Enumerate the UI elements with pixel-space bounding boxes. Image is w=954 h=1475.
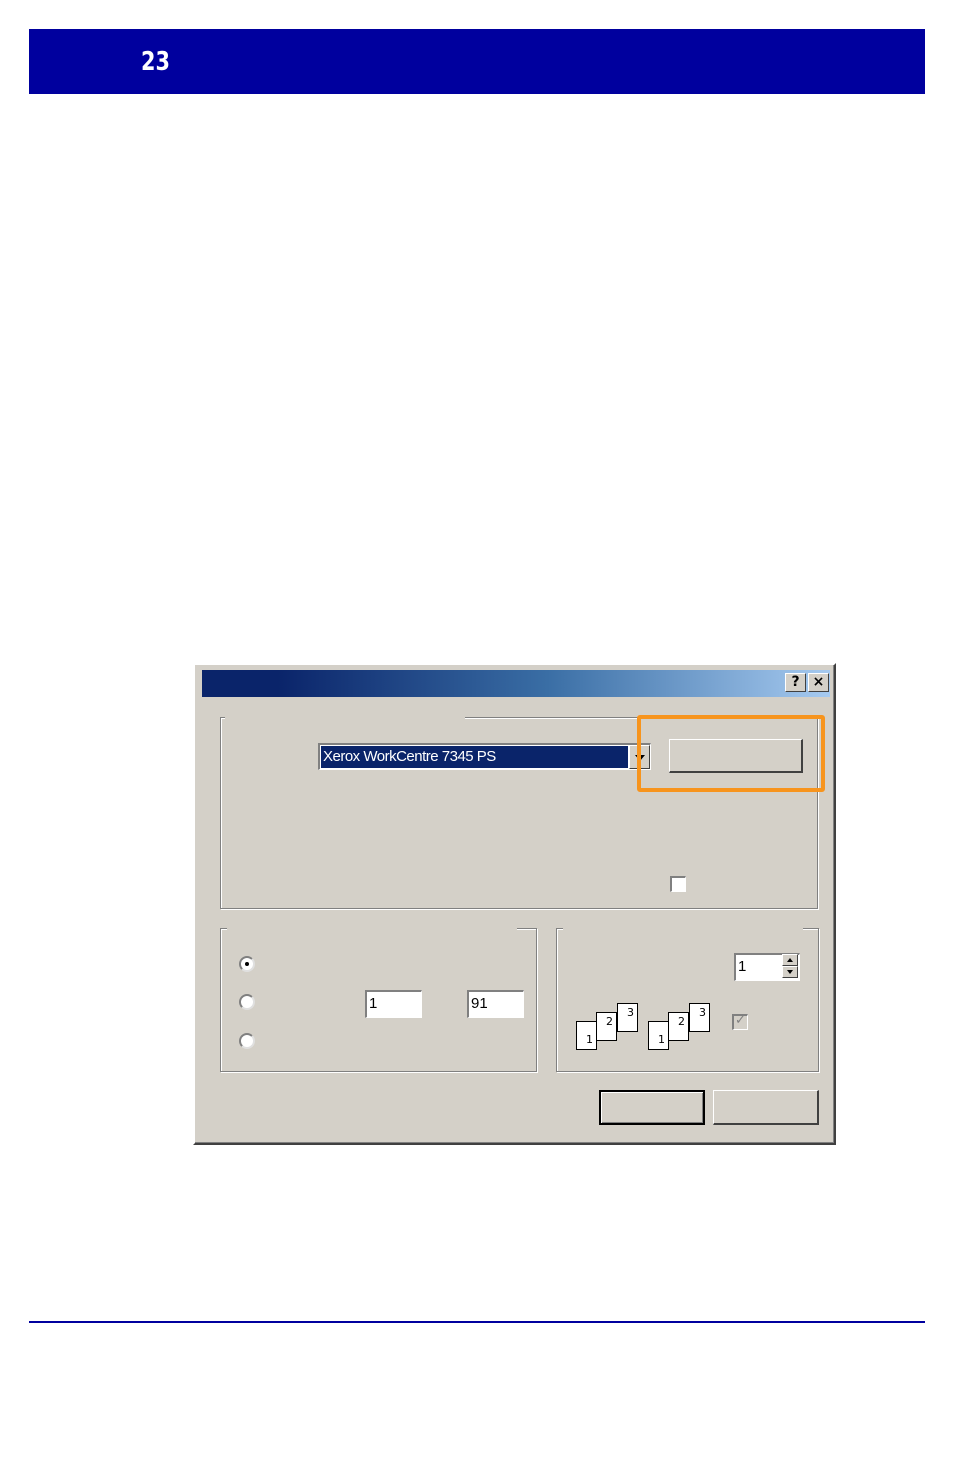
radio-selected-dot [245,962,249,966]
copies-count-value: 1 [738,958,747,975]
help-button[interactable]: ? [785,673,806,692]
collate-checkbox[interactable]: ✓ [732,1013,748,1030]
page-number-3: 3 [627,1006,634,1019]
properties-highlight-box [637,715,825,792]
cancel-button[interactable] [713,1090,819,1125]
page-number: 23 [141,47,170,77]
spin-down-icon[interactable] [782,966,798,978]
printer-group-label-area [225,715,465,719]
dialog-titlebar[interactable]: ? × [202,670,830,697]
collate-icon-2: 3 2 1 [648,1003,712,1055]
page-to-field[interactable]: 91 [467,990,524,1018]
check-icon: ✓ [735,1013,746,1028]
all-pages-radio[interactable] [239,956,255,972]
page-range-label-area [227,926,517,930]
page-number-1: 1 [586,1033,593,1046]
page-number-3: 3 [699,1006,706,1019]
collate-icon-1: 3 2 1 [576,1003,640,1055]
header-bar: 23 [29,29,925,94]
print-to-file-checkbox[interactable] [670,876,686,892]
printer-name-dropdown[interactable]: Xerox WorkCentre 7345 PS [318,743,651,770]
selection-radio[interactable] [239,1033,255,1049]
page-number-2: 2 [678,1015,685,1028]
copies-label-area [563,926,803,930]
footer-rule [29,1321,925,1323]
close-button[interactable]: × [808,673,829,692]
copies-spinner[interactable] [782,954,798,980]
spin-up-icon[interactable] [782,954,798,966]
printer-name-value: Xerox WorkCentre 7345 PS [321,746,628,768]
pages-range-radio[interactable] [239,994,255,1010]
ok-button[interactable] [599,1090,705,1125]
page-number-1: 1 [658,1033,665,1046]
page-from-field[interactable]: 1 [365,990,422,1018]
page-number-2: 2 [606,1015,613,1028]
